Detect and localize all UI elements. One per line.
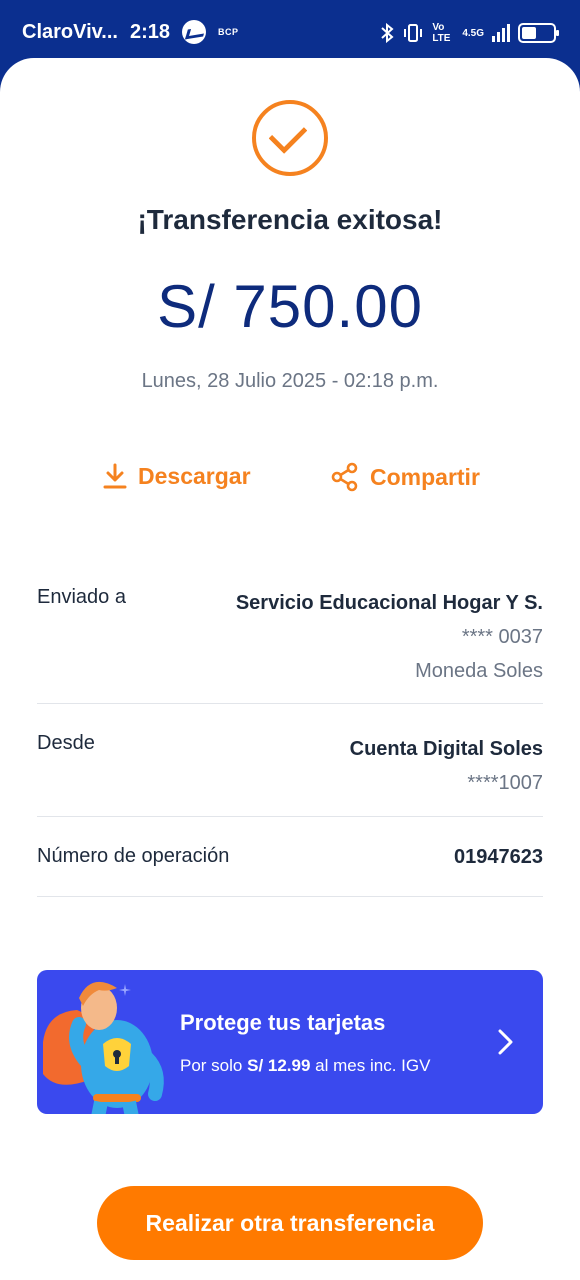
carrier-name: ClaroViv... (22, 20, 118, 43)
new-transfer-button[interactable]: Realizar otra transferencia (97, 1186, 483, 1260)
signal-icon (492, 24, 510, 42)
download-label: Descargar (138, 462, 251, 489)
bluetooth-icon (381, 23, 394, 43)
transfer-details: Enviado a Servicio Educacional Hogar Y S… (37, 568, 543, 897)
from-values: Cuenta Digital Soles ****1007 (37, 704, 543, 800)
share-button[interactable]: Compartir (330, 462, 480, 492)
download-icon (103, 463, 127, 489)
status-bar-right: Vo LTE 4.5G (380, 22, 559, 44)
transfer-datetime: Lunes, 28 Julio 2025 - 02:18 p.m. (141, 370, 439, 392)
share-label: Compartir (370, 463, 480, 490)
detail-row-from: Desde Cuenta Digital Soles ****1007 (37, 704, 543, 817)
source-account-number: ****1007 (467, 772, 543, 794)
detail-row-sent-to: Enviado a Servicio Educacional Hogar Y S… (37, 568, 543, 704)
banner-sub-suffix: al mes inc. IGV (315, 1056, 431, 1075)
card-protection-banner[interactable]: Protege tus tarjetas Por solo S/ 12.99 a… (37, 970, 543, 1114)
source-account-name: Cuenta Digital Soles (349, 738, 543, 760)
transfer-amount: S/ 750.00 (157, 273, 423, 340)
vibrate-icon (404, 24, 423, 42)
sent-to-label: Enviado a (37, 586, 126, 608)
status-bar-left: ClaroViv... 2:18 BCP (22, 20, 239, 44)
banner-price: S/ 12.99 (247, 1056, 311, 1075)
recipient-account: **** 0037 (461, 626, 543, 648)
messenger-icon (182, 20, 206, 44)
volte-label: Vo LTE (432, 22, 451, 44)
superhero-mascot-icon (43, 981, 164, 1114)
banner-subtitle: Por solo S/ 12.99 al mes inc. IGV (180, 1056, 430, 1076)
network-type-label: 4.5G (462, 27, 484, 39)
bcp-notification-icon: BCP (218, 27, 239, 37)
receipt-card: ¡Transferencia exitosa! S/ 750.00 Lunes,… (0, 58, 580, 1280)
banner-title: Protege tus tarjetas (180, 1010, 386, 1035)
share-icon (331, 462, 358, 492)
from-label: Desde (37, 732, 95, 754)
recipient-currency: Moneda Soles (415, 660, 543, 682)
detail-row-operation: Número de operación 01947623 (37, 817, 543, 897)
clock: 2:18 (129, 20, 170, 43)
sparkle-icon (119, 984, 131, 996)
chevron-right-icon (498, 1029, 513, 1055)
success-title: ¡Transferencia exitosa! (137, 204, 443, 235)
success-check-icon (252, 100, 328, 176)
download-button[interactable]: Descargar (102, 462, 251, 490)
operation-label: Número de operación (37, 845, 230, 867)
banner-sub-prefix: Por solo (180, 1056, 243, 1075)
bcp-label: BCP (218, 27, 239, 37)
battery-icon (518, 23, 559, 43)
